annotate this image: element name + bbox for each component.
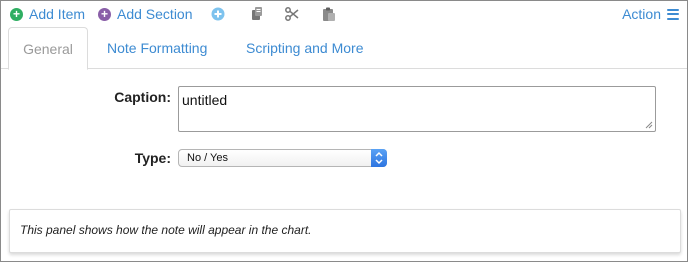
- plus-circle-icon: +: [10, 7, 23, 21]
- tab-note-formatting[interactable]: Note Formatting: [107, 27, 207, 69]
- type-label: Type:: [134, 150, 171, 166]
- add-item-button[interactable]: + Add Item: [10, 5, 85, 23]
- action-menu-button[interactable]: Action: [622, 5, 679, 23]
- caption-value: untitled: [182, 92, 228, 108]
- type-select[interactable]: No / Yes: [178, 149, 387, 167]
- note-editor-window: + Add Item + Add Section Action General …: [0, 0, 688, 262]
- caption-textarea[interactable]: untitled: [178, 86, 656, 132]
- type-selected-value: No / Yes: [187, 152, 228, 164]
- plus-circle-icon: +: [98, 7, 111, 21]
- tab-scripting-and-more[interactable]: Scripting and More: [246, 27, 364, 69]
- paste-icon[interactable]: [321, 6, 337, 22]
- copy-icon[interactable]: [249, 6, 265, 22]
- select-chevron-icon: [371, 149, 387, 167]
- caption-label: Caption:: [114, 89, 171, 105]
- preview-text: This panel shows how the note will appea…: [20, 223, 312, 237]
- add-section-label: Add Section: [117, 6, 193, 22]
- scissors-icon[interactable]: [284, 6, 300, 22]
- action-label: Action: [622, 6, 661, 22]
- preview-panel: This panel shows how the note will appea…: [9, 209, 681, 253]
- tab-general[interactable]: General: [8, 27, 88, 70]
- add-section-button[interactable]: + Add Section: [98, 5, 193, 23]
- add-circle-icon[interactable]: [210, 6, 226, 22]
- tab-bar: General Note Formatting Scripting and Mo…: [1, 27, 687, 70]
- hamburger-menu-icon: [667, 8, 679, 20]
- resize-handle-icon[interactable]: [645, 121, 653, 129]
- add-item-label: Add Item: [29, 6, 86, 22]
- toolbar: + Add Item + Add Section Action: [1, 1, 687, 27]
